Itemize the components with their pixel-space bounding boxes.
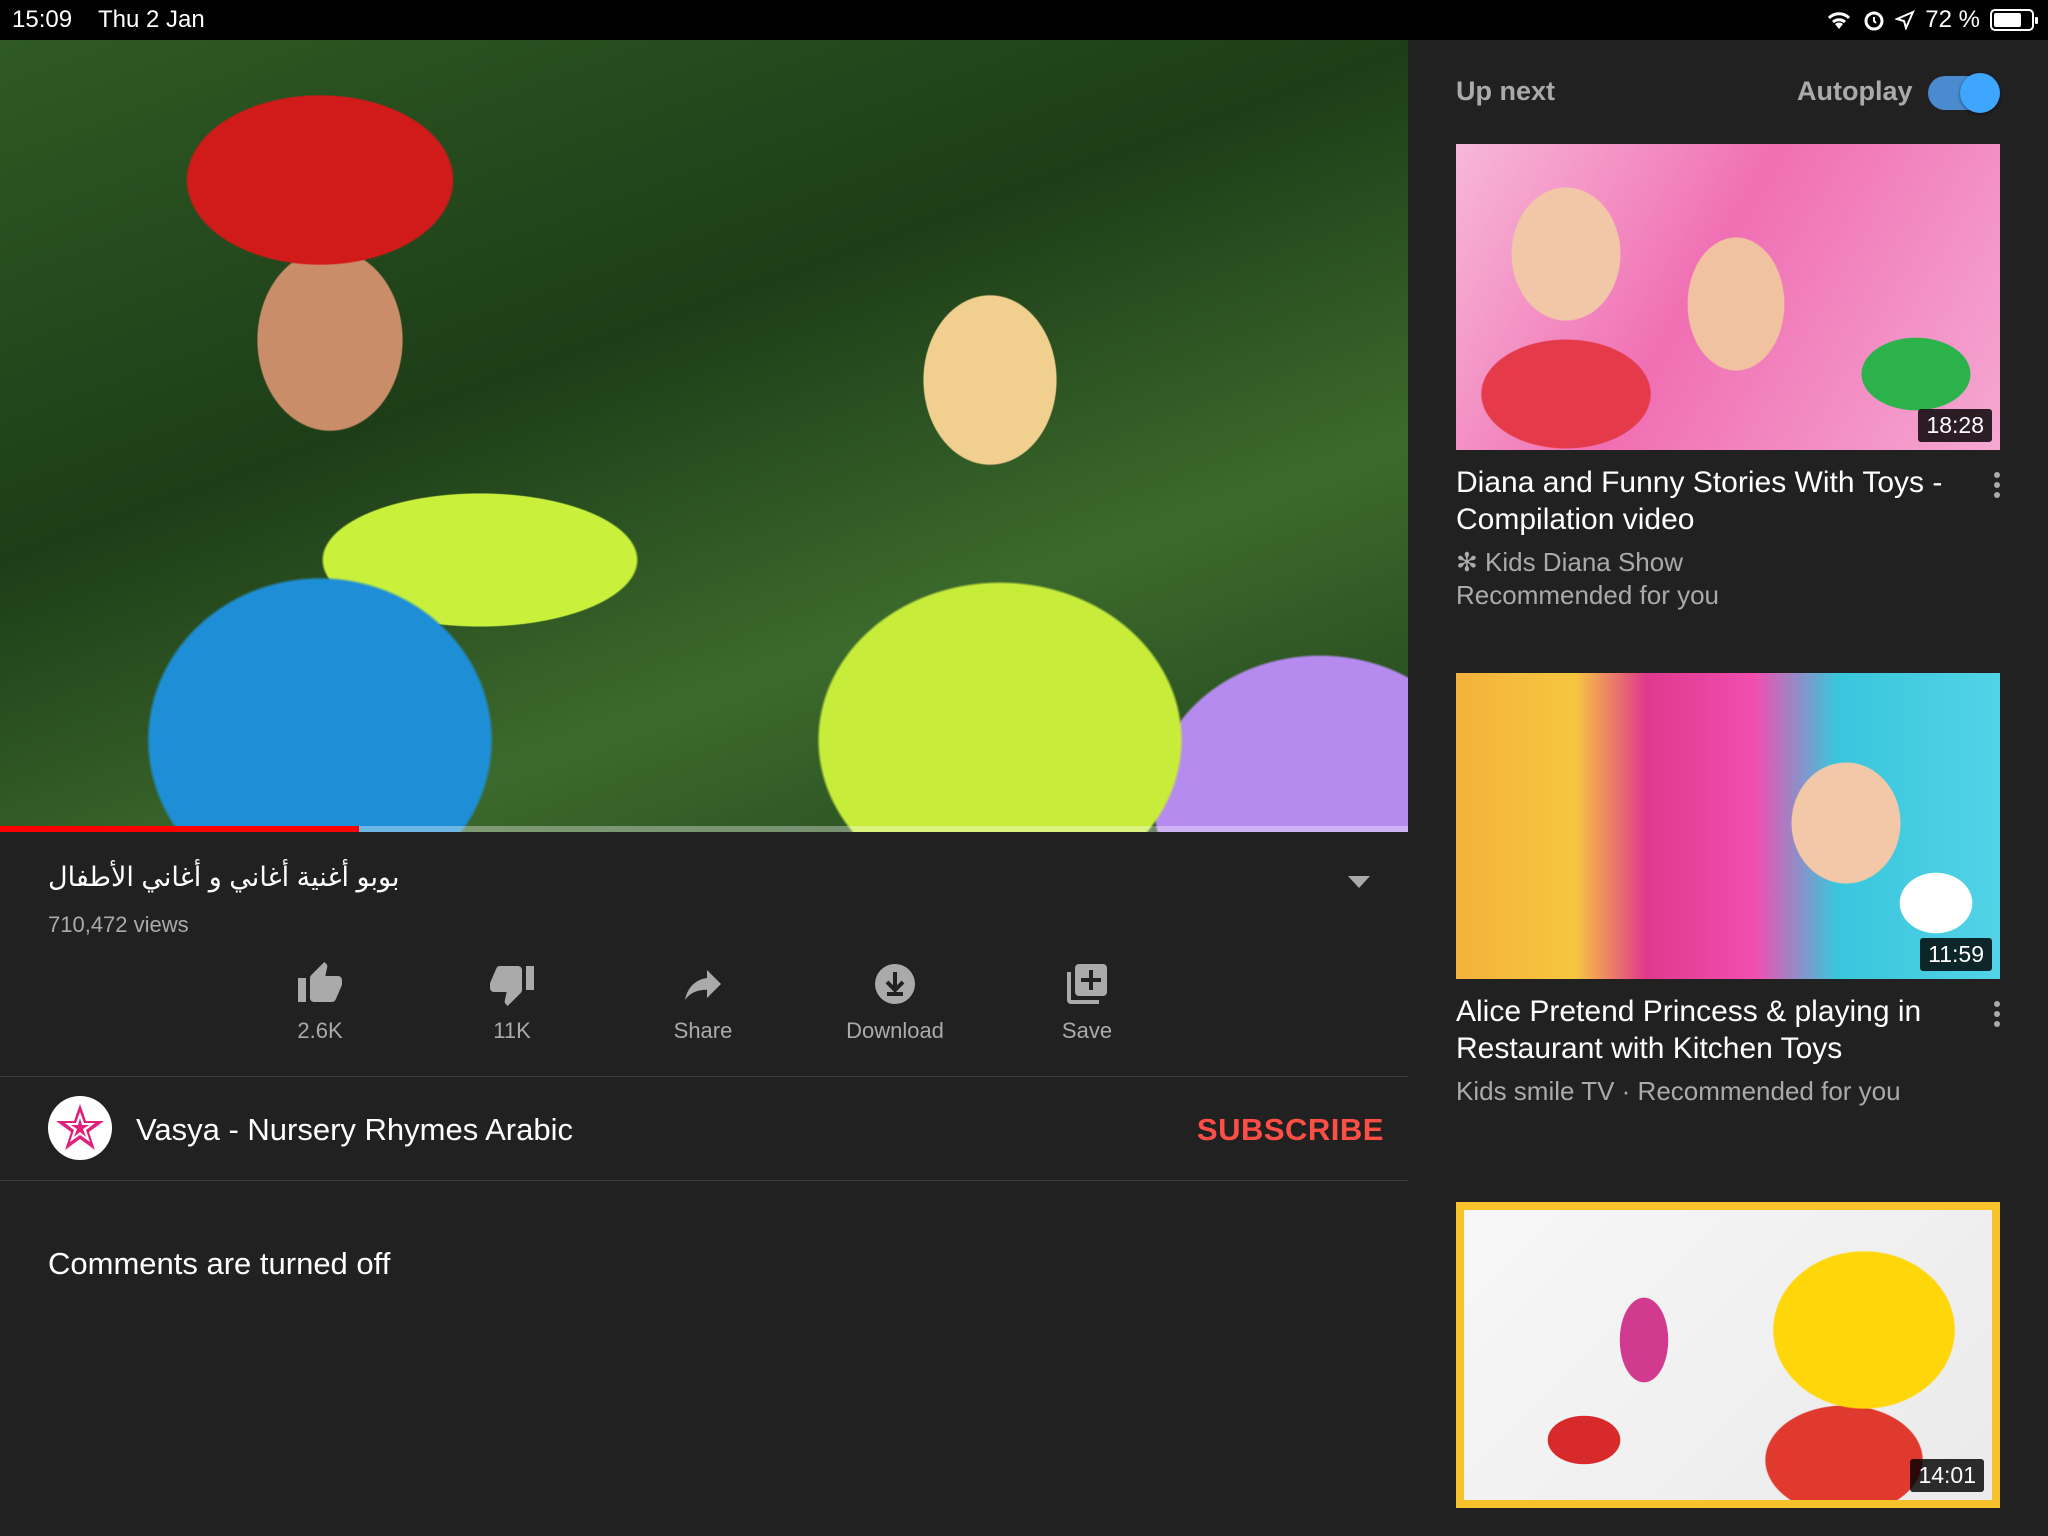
like-count: 2.6K (297, 1018, 343, 1043)
progress-bar[interactable] (0, 826, 1408, 832)
more-vert-icon[interactable] (1992, 999, 2002, 1029)
location-icon (1895, 10, 1916, 30)
video-thumbnail[interactable]: 14:01 (1456, 1202, 2000, 1508)
save-button[interactable]: Save (1007, 960, 1167, 1044)
battery-percent: 72 % (1925, 6, 1980, 33)
comments-status: Comments are turned off (48, 1246, 391, 1281)
download-button[interactable]: Download (815, 960, 975, 1044)
progress-fill (0, 826, 360, 832)
video-duration: 11:59 (1920, 938, 1992, 971)
download-label: Download (846, 1018, 944, 1043)
view-count: 710,472 views (48, 912, 189, 937)
wifi-icon (1828, 12, 1851, 29)
up-next-video[interactable]: 18:28 Diana and Funny Stories With Toys … (1456, 144, 2000, 612)
channel-logo-icon (49, 1097, 111, 1159)
up-next-video[interactable]: 14:01 (1456, 1202, 2000, 1508)
thumbs-down-icon (490, 966, 534, 1006)
video-duration: 14:01 (1910, 1459, 1984, 1492)
divider (0, 1076, 1408, 1077)
download-icon (875, 964, 915, 1004)
status-date: Thu 2 Jan (98, 6, 205, 33)
alarm-icon (1864, 11, 1884, 31)
video-card-channel: ✻ Kids Diana Show (1456, 547, 1684, 577)
video-card-channel: Kids smile TV · Recommended for you (1456, 1076, 1901, 1106)
save-playlist-icon (1067, 964, 1107, 1004)
video-card-title[interactable]: Diana and Funny Stories With Toys - Comp… (1456, 464, 1956, 538)
share-icon (685, 970, 721, 1000)
action-bar: 2.6K 11K Share Download Save (0, 960, 1408, 1060)
video-thumbnail[interactable]: 18:28 (1456, 144, 2000, 450)
status-time: 15:09 (12, 6, 73, 33)
share-button[interactable]: Share (623, 960, 783, 1044)
status-bar: 15:09 Thu 2 Jan 72 % (0, 0, 2048, 40)
subscribe-button[interactable]: SUBSCRIBE (1197, 1112, 1384, 1148)
autoplay-label: Autoplay (1797, 76, 1913, 106)
channel-name[interactable]: Vasya - Nursery Rhymes Arabic (136, 1112, 573, 1148)
divider (0, 1180, 1408, 1181)
share-label: Share (673, 1018, 733, 1043)
save-label: Save (1061, 1018, 1113, 1043)
thumbs-up-icon (298, 962, 342, 1002)
chevron-down-icon[interactable] (1348, 876, 1370, 888)
video-card-title[interactable]: Alice Pretend Princess & playing in Rest… (1456, 993, 1956, 1067)
toggle-knob (1960, 73, 2000, 113)
more-vert-icon[interactable] (1992, 470, 2002, 500)
channel-row: Vasya - Nursery Rhymes Arabic SUBSCRIBE (0, 1078, 1408, 1180)
dislike-button[interactable]: 11K (432, 960, 592, 1044)
like-button[interactable]: 2.6K (240, 960, 400, 1044)
video-title[interactable]: بوبو أغنية أغاني و أغاني الأطفال (48, 862, 400, 893)
autoplay-toggle[interactable] (1928, 73, 2000, 113)
video-player[interactable] (0, 40, 1408, 832)
video-duration: 18:28 (1918, 409, 1992, 442)
video-card-meta: Recommended for you (1456, 580, 1720, 610)
channel-avatar[interactable] (48, 1096, 112, 1160)
up-next-label: Up next (1456, 76, 1556, 106)
up-next-video[interactable]: 11:59 Alice Pretend Princess & playing i… (1456, 673, 2000, 1108)
battery-icon (1990, 9, 2038, 31)
video-thumbnail[interactable]: 11:59 (1456, 673, 2000, 979)
dislike-count: 11K (493, 1018, 531, 1043)
